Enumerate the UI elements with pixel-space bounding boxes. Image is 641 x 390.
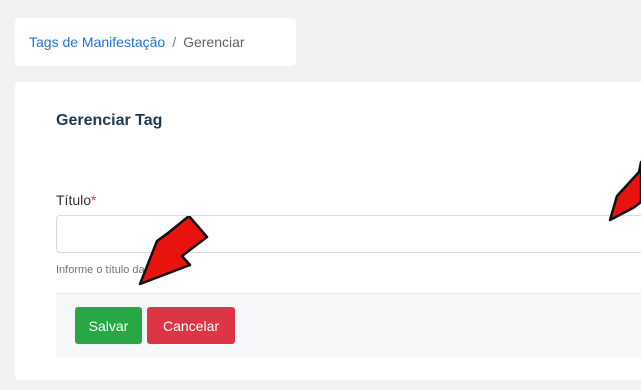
breadcrumb: Tags de Manifestação / Gerenciar	[15, 18, 296, 66]
cancel-button[interactable]: Cancelar	[147, 307, 235, 344]
title-help-text: Informe o título da tag	[56, 264, 164, 276]
title-input[interactable]	[56, 215, 641, 253]
page-title: Gerenciar Tag	[56, 112, 163, 129]
manage-tag-card: Gerenciar Tag Título* Informe o título d…	[15, 82, 641, 380]
form-footer: Salvar Cancelar	[56, 293, 641, 357]
title-label-text: Título	[56, 192, 92, 208]
save-button[interactable]: Salvar	[75, 307, 142, 344]
breadcrumb-separator: /	[172, 34, 177, 50]
breadcrumb-current: Gerenciar	[183, 34, 245, 50]
title-field-label: Título*	[56, 192, 96, 208]
required-marker: *	[91, 192, 97, 208]
breadcrumb-link-tags[interactable]: Tags de Manifestação	[29, 34, 165, 50]
